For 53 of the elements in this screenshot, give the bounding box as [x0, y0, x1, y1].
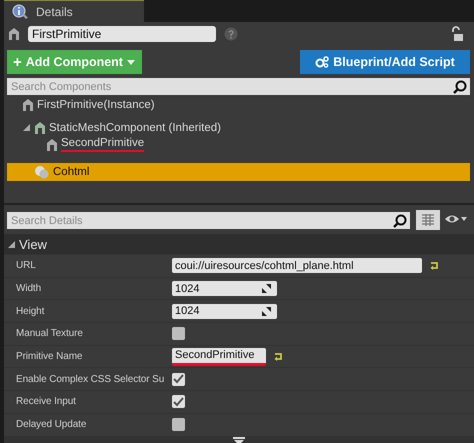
tree-item[interactable]: StaticMeshComponent (Inherited) [7, 119, 470, 136]
checkbox[interactable] [172, 327, 185, 340]
view-category-header[interactable]: View [4, 234, 474, 254]
help-icon[interactable] [224, 27, 238, 41]
scroll-down-icon[interactable] [233, 436, 245, 443]
actor-icon [8, 27, 20, 41]
property-label: Manual Texture [16, 328, 83, 340]
house-icon [22, 98, 34, 112]
tree-item[interactable]: FirstPrimitive(Instance) [7, 96, 470, 113]
tree-item[interactable]: SecondPrimitive [7, 136, 470, 153]
tree-item-label: FirstPrimitive(Instance) [37, 98, 155, 110]
tab-title: Details [36, 4, 73, 18]
property-label: Width [16, 283, 42, 294]
drag-arrows-icon [262, 284, 271, 294]
tree-item-label: StaticMeshComponent (Inherited) [49, 122, 221, 134]
checkbox[interactable] [172, 395, 185, 408]
drag-arrows-icon [262, 306, 271, 316]
property-matrix-button[interactable] [416, 210, 440, 230]
text-field[interactable]: coui://uiresources/cohtml_plane.html [172, 258, 422, 274]
component-search-field[interactable]: Search Components [7, 78, 470, 95]
actor-name-field[interactable]: FirstPrimitive [28, 26, 216, 42]
blueprint-button[interactable]: Blueprint/Add Script [300, 50, 470, 74]
number-field[interactable]: 1024 [172, 304, 277, 319]
gears-icon [315, 56, 330, 68]
tree-item-label: Cohtml [53, 166, 90, 178]
checkbox[interactable] [172, 372, 185, 386]
details-tab[interactable]: Details [4, 0, 144, 22]
search-icon[interactable] [453, 80, 467, 94]
tree-item-label: SecondPrimitive [61, 137, 144, 152]
lock-icon[interactable] [450, 26, 464, 42]
expand-arrow-icon[interactable] [23, 124, 30, 131]
details-search-field[interactable]: Search Details [7, 212, 410, 229]
property-label: Enable Complex CSS Selector Su [16, 374, 164, 385]
property-label: Primitive Name [16, 351, 82, 362]
property-label: Receive Input [16, 396, 76, 408]
grid-icon [421, 213, 435, 227]
number-field[interactable]: 1024 [172, 281, 277, 296]
property-label: Delayed Update [16, 419, 86, 430]
spheres-icon [34, 165, 50, 179]
house-icon [46, 138, 58, 152]
reset-arrow-icon[interactable] [274, 352, 283, 361]
caret-icon [126, 60, 135, 64]
property-label: Height [16, 306, 44, 317]
text-field[interactable]: SecondPrimitive [172, 348, 266, 366]
category-title: View [19, 236, 47, 252]
checkbox[interactable] [172, 418, 185, 432]
property-label: URL [16, 260, 36, 272]
tree-item[interactable]: Cohtml [7, 163, 470, 181]
eye-dropdown-icon[interactable] [444, 212, 468, 224]
search-icon[interactable] [393, 214, 407, 228]
house-icon [34, 120, 46, 134]
reset-arrow-icon[interactable] [430, 262, 439, 270]
magnifier-info-icon [12, 4, 28, 20]
